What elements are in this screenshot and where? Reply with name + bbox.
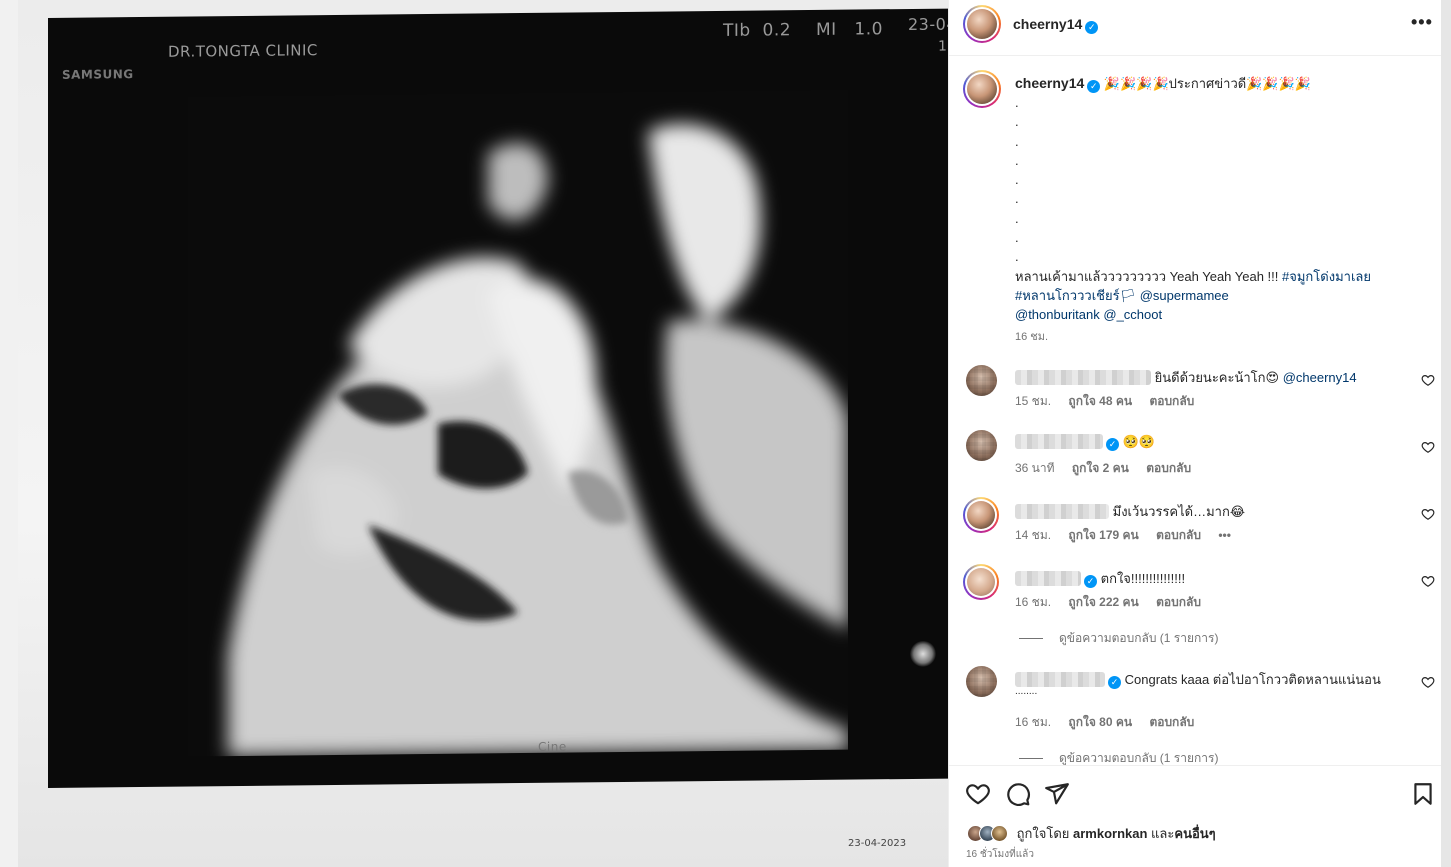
commenter-avatar[interactable] — [963, 497, 999, 533]
mention-link[interactable]: @supermamee — [1140, 288, 1229, 303]
comment-text: ยินดีด้วยนะคะน้าโก😍 @cheerny14 — [1015, 367, 1357, 388]
commenter-avatar[interactable] — [963, 564, 999, 600]
comment-time[interactable]: 16 ชม. — [1015, 595, 1051, 609]
tib-readout: TIb 0.2 — [723, 20, 792, 41]
commenter-username-redacted[interactable] — [1015, 571, 1081, 586]
comment-meta: 14 ชม. ถูกใจ 179 คน ตอบกลับ ••• — [1015, 526, 1245, 545]
comment-time[interactable]: 14 ชม. — [1015, 528, 1051, 542]
comment-meta: 16 ชม. ถูกใจ 80 คน ตอบกลับ — [1015, 713, 1208, 732]
scan-time: 19:1 — [938, 38, 948, 55]
more-options-button[interactable]: ••• — [1411, 12, 1433, 33]
reply-button[interactable]: ตอบกลับ — [1146, 461, 1191, 475]
ultrasound-screen: SAMSUNG DR.TONGTA CLINIC TIb 0.2 MI 1.0 … — [48, 8, 948, 789]
comment-text: ✓ Congrats kaaa ต่อไปอาโกววติดหลานแน่นอน — [1015, 669, 1381, 690]
verified-badge-icon: ✓ — [1108, 676, 1121, 689]
post-header: cheerny14 ✓ ••• — [949, 0, 1442, 56]
commenter-avatar[interactable] — [966, 365, 997, 396]
caption-timestamp[interactable]: 16 ชม. — [1015, 327, 1048, 345]
comment-item: ยินดีด้วยนะคะน้าโก😍 @cheerny14 15 ชม. ถู… — [949, 360, 1442, 420]
like-heart-icon[interactable] — [965, 781, 991, 807]
comment-item: ✓ ตกใจ!!!!!!!!!!!!!!! 16 ชม. ถูกใจ 222 ค… — [949, 561, 1442, 621]
caption-body: หลานเค้ามาแล้ววววววววว Yeah Yeah Yeah !!… — [1015, 268, 1371, 322]
comment-text: ✓ ตกใจ!!!!!!!!!!!!!!! — [1015, 568, 1185, 589]
verified-badge-icon: ✓ — [1085, 21, 1099, 34]
comment-likes[interactable]: ถูกใจ 179 คน — [1068, 528, 1138, 542]
heart-icon[interactable] — [1421, 373, 1435, 387]
comment-meta: 15 ชม. ถูกใจ 48 คน ตอบกลับ — [1015, 392, 1208, 411]
post-action-bar: ถูกใจโดย armkornkan และคนอื่นๆ 16 ชั่วโม… — [949, 765, 1442, 867]
ultrasound-image — [188, 89, 848, 757]
comment-text-overflow: ........ — [1015, 686, 1038, 697]
commenter-username-redacted[interactable] — [1015, 504, 1109, 519]
bookmark-save-icon[interactable] — [1410, 781, 1436, 807]
print-footer-text: 23-04-2023 — [848, 838, 907, 849]
caption-username[interactable]: cheerny14 — [1015, 75, 1084, 91]
author-username[interactable]: cheerny14 — [1013, 16, 1082, 32]
verified-badge-icon: ✓ — [1084, 575, 1097, 588]
verified-badge-icon: ✓ — [1087, 80, 1101, 93]
commenter-username-redacted[interactable] — [1015, 370, 1151, 385]
scanner-brand: SAMSUNG — [62, 67, 134, 82]
comment-time[interactable]: 16 ชม. — [1015, 715, 1051, 729]
comment-likes[interactable]: ถูกใจ 2 คน — [1072, 461, 1129, 475]
caption-author-avatar[interactable] — [963, 70, 1001, 108]
comment-likes[interactable]: ถูกใจ 222 คน — [1068, 595, 1138, 609]
mention-link[interactable]: @cheerny14 — [1283, 370, 1357, 385]
reply-button[interactable]: ตอบกลับ — [1149, 715, 1194, 729]
commenter-username-redacted[interactable] — [1015, 434, 1103, 449]
window-scrollbar[interactable] — [1441, 0, 1451, 867]
heart-icon[interactable] — [1421, 675, 1435, 689]
caption-dots: . . . . . . . . . — [1015, 95, 1019, 265]
clinic-name: DR.TONGTA CLINIC — [168, 41, 318, 61]
heart-icon[interactable] — [1421, 507, 1435, 521]
commenter-avatar[interactable] — [966, 430, 997, 461]
comment-text: มึงเว้นวรรคได้…มาก😂 — [1015, 501, 1245, 522]
cine-label: Cine — [538, 739, 567, 754]
mi-readout: MI 1.0 — [816, 19, 883, 40]
post-media[interactable]: SAMSUNG DR.TONGTA CLINIC TIb 0.2 MI 1.0 … — [0, 0, 948, 867]
comment-meta: 36 นาที ถูกใจ 2 คน ตอบกลับ — [1015, 459, 1205, 478]
comment-time[interactable]: 15 ชม. — [1015, 394, 1051, 408]
reply-button[interactable]: ตอบกลับ — [1156, 528, 1201, 542]
heart-icon[interactable] — [1421, 574, 1435, 588]
comment-item: ✓ Congrats kaaa ต่อไปอาโกววติดหลานแน่นอน… — [949, 662, 1442, 729]
hashtag-link[interactable]: #จมูกโด่งมาเลย — [1282, 269, 1371, 284]
mention-link[interactable]: @_cchoot — [1103, 307, 1162, 322]
view-replies-button[interactable]: ดูข้อความตอบกลับ (1 รายการ) — [1019, 629, 1218, 648]
hashtag-link[interactable]: #หลานโกวววเชียร์🏳 — [1015, 288, 1136, 303]
comment-item: ✓ 🥺🥺 36 นาที ถูกใจ 2 คน ตอบกลับ — [949, 427, 1442, 487]
comment-item: มึงเว้นวรรคได้…มาก😂 14 ชม. ถูกใจ 179 คน … — [949, 494, 1442, 554]
mention-link[interactable]: @thonburitank — [1015, 307, 1100, 322]
commenter-username-redacted[interactable] — [1015, 672, 1105, 687]
caption-headline: 🎉🎉🎉🎉ประกาศข่าวดี🎉🎉🎉🎉 — [1103, 76, 1311, 91]
author-name[interactable]: cheerny14 ✓ — [1013, 16, 1099, 34]
scan-date: 23-04- — [908, 14, 948, 34]
liked-by-others-link[interactable]: คนอื่นๆ — [1174, 826, 1215, 841]
caption-text: cheerny14 ✓ 🎉🎉🎉🎉ประกาศข่าวดี🎉🎉🎉🎉 . . . . … — [1015, 74, 1415, 324]
author-avatar[interactable] — [963, 5, 1001, 43]
commenter-avatar[interactable] — [966, 666, 997, 697]
post-side-panel: cheerny14 ✓ ••• cheerny14 ✓ 🎉🎉🎉🎉ประกาศข่าว… — [948, 0, 1442, 867]
comment-likes[interactable]: ถูกใจ 48 คน — [1068, 394, 1132, 408]
ultrasound-print: SAMSUNG DR.TONGTA CLINIC TIb 0.2 MI 1.0 … — [18, 0, 948, 867]
comment-more-button[interactable]: ••• — [1218, 528, 1231, 542]
liker-avatar — [991, 825, 1008, 842]
media-left-edge — [0, 0, 18, 867]
comment-bubble-icon[interactable] — [1005, 781, 1031, 807]
caption-first-line: cheerny14 ✓ 🎉🎉🎉🎉ประกาศข่าวดี🎉🎉🎉🎉 — [1015, 74, 1415, 93]
comment-time[interactable]: 36 นาที — [1015, 461, 1055, 475]
heart-icon[interactable] — [1421, 440, 1435, 454]
liked-by-summary[interactable]: ถูกใจโดย armkornkan และคนอื่นๆ — [967, 823, 1216, 844]
post-age[interactable]: 16 ชั่วโมงที่แล้ว — [966, 847, 1034, 862]
comment-likes[interactable]: ถูกใจ 80 คน — [1068, 715, 1132, 729]
liker-username[interactable]: armkornkan — [1073, 826, 1147, 841]
share-send-icon[interactable] — [1044, 781, 1070, 807]
verified-badge-icon: ✓ — [1106, 438, 1119, 451]
comment-meta: 16 ชม. ถูกใจ 222 คน ตอบกลับ — [1015, 593, 1215, 612]
reply-button[interactable]: ตอบกลับ — [1156, 595, 1201, 609]
reply-button[interactable]: ตอบกลับ — [1149, 394, 1194, 408]
comment-text: ✓ 🥺🥺 — [1015, 434, 1155, 451]
probe-marker — [910, 640, 936, 667]
